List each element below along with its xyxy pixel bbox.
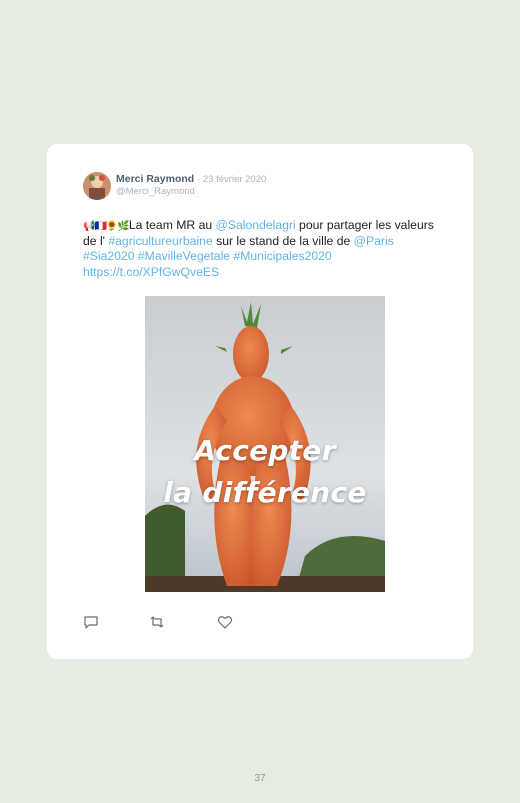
emoji-prefix: 📢🇫🇷🌻🌿 [83,221,130,232]
tweet-link[interactable]: #MavilleVegetale [138,249,230,263]
tweet-link[interactable]: @Paris [354,234,394,248]
tweet-date[interactable]: · 23 février 2020 [197,174,266,185]
author-line: Merci Raymond · 23 février 2020 [116,173,266,185]
tweet-text-segment: sur le stand de la ville de [212,234,354,249]
tweet-link[interactable]: #agricultureurbaine [108,234,212,248]
tweet-text-segment: La team MR au [128,218,216,232]
avatar[interactable] [83,172,111,200]
tweet-image[interactable]: Accepter la différence [145,296,385,592]
page-number: 37 [254,773,266,784]
tweet-link[interactable]: https://t.co/XPfGwQveES [83,265,219,279]
like-icon[interactable] [217,614,233,630]
tweet-link[interactable]: @Salondelagri [216,218,296,232]
reply-icon[interactable] [83,614,99,630]
retweet-icon[interactable] [149,614,165,630]
author-name[interactable]: Merci Raymond [116,173,194,185]
tweet-link[interactable]: #Sia2020 [83,249,135,263]
image-caption-line1: Accepter [194,434,336,467]
image-caption-line2: la différence [163,476,367,509]
tweet-link[interactable]: #Municipales2020 [233,249,331,263]
tweet-card: Merci Raymond · 23 février 2020 @Merci_R… [47,144,473,659]
author-handle[interactable]: @Merci_Raymond [116,186,195,197]
tweet-text: 📢🇫🇷🌻🌿La team MR au @Salondelagri pour pa… [83,218,439,280]
